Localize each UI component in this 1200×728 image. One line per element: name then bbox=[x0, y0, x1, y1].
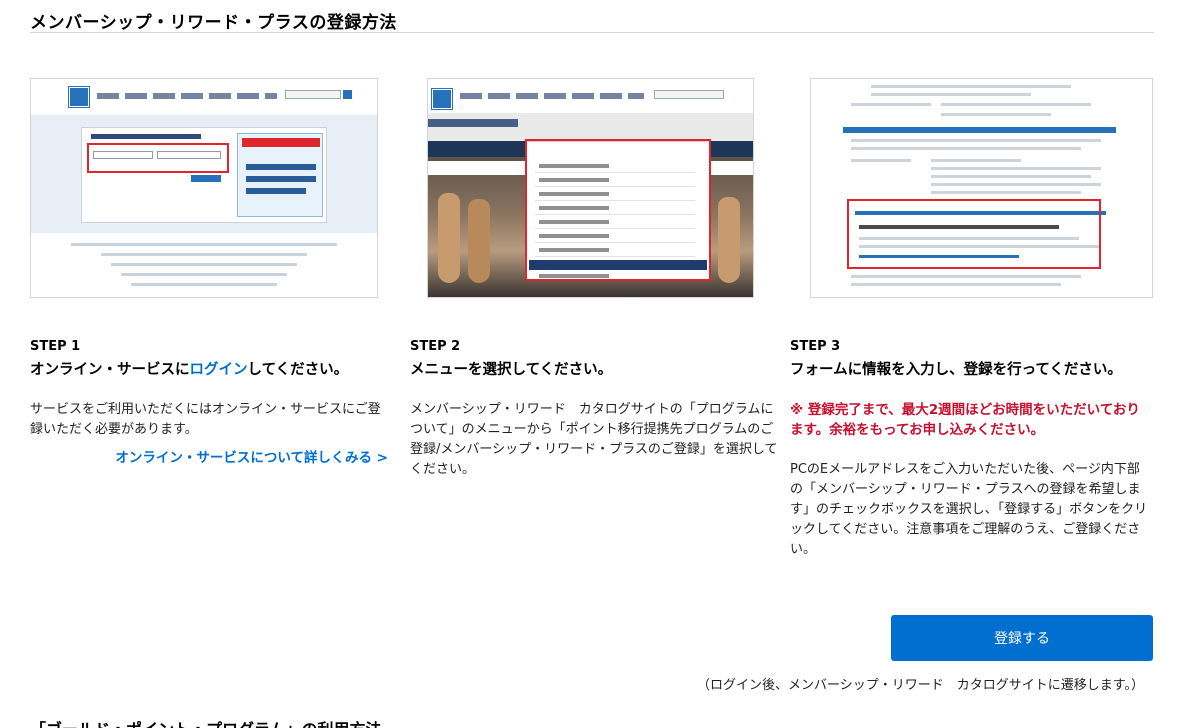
register-button[interactable]: 登録する bbox=[891, 615, 1153, 661]
step-description: サービスをご利用いただくにはオンライン・サービスにご登録いただく必要があります。 bbox=[30, 402, 381, 437]
step-heading: オンライン・サービスにログインしてください。 bbox=[30, 360, 390, 380]
step-number: STEP 3 bbox=[790, 339, 841, 354]
step1-screenshot bbox=[30, 78, 378, 298]
highlight-box bbox=[87, 143, 229, 173]
step-description: メンバーシップ・リワード カタログサイトの「プログラムについて」のメニューから「… bbox=[410, 402, 778, 477]
step-heading: メニューを選択してください。 bbox=[410, 362, 613, 378]
step-1: STEP 1 オンライン・サービスにログインしてください。 サービスをご利用いた… bbox=[30, 338, 390, 466]
highlight-box bbox=[847, 199, 1101, 269]
title-divider bbox=[30, 32, 1154, 33]
step-heading: フォームに情報を入力し、登録を行ってください。 bbox=[790, 362, 1122, 378]
redirect-note: （ログイン後、メンバーシップ・リワード カタログサイトに遷移します。） bbox=[697, 678, 1144, 693]
page-title: メンバーシップ・リワード・プラスの登録方法 bbox=[30, 13, 397, 33]
step-number: STEP 2 bbox=[410, 339, 461, 354]
step3-screenshot bbox=[810, 78, 1153, 298]
step-2: STEP 2 メニューを選択してください。 メンバーシップ・リワード カタログサ… bbox=[410, 338, 780, 480]
step2-screenshot bbox=[427, 78, 754, 298]
step-heading-text: オンライン・サービスに bbox=[30, 362, 190, 378]
online-service-details-link[interactable]: オンライン・サービスについて詳しくみる > bbox=[30, 446, 390, 466]
registration-warning: ※ 登録完了まで、最大2週間ほどお時間をいただいております。余裕をもってお申し込… bbox=[790, 402, 1140, 438]
next-section-heading: 「ゴールド・ポイント・プログラム」の利用方法 bbox=[30, 716, 382, 728]
login-link[interactable]: ログイン bbox=[190, 362, 248, 378]
step-number: STEP 1 bbox=[30, 339, 81, 354]
amex-logo bbox=[68, 86, 90, 108]
step-heading-text: してください。 bbox=[247, 362, 349, 378]
highlight-box bbox=[525, 139, 711, 281]
step-3: STEP 3 フォームに情報を入力し、登録を行ってください。 ※ 登録完了まで、… bbox=[790, 338, 1150, 560]
step-description: PCのEメールアドレスをご入力いただいた後、ページ内下部の「メンバーシップ・リワ… bbox=[790, 462, 1148, 557]
